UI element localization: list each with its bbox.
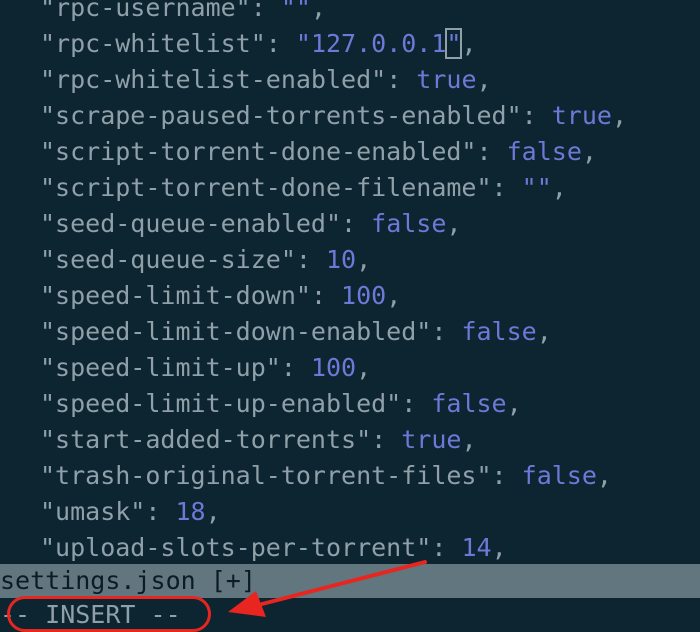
json-key: "umask" — [40, 497, 146, 526]
json-value: "127.0.0.1" — [295, 28, 463, 59]
json-key: "seed-queue-enabled" — [40, 209, 342, 238]
json-comma: , — [491, 533, 507, 562]
json-key: "start-added-torrents" — [40, 425, 372, 454]
json-key: "upload-slots-per-torrent" — [40, 533, 432, 562]
json-separator: : — [341, 209, 372, 238]
json-key: "speed-limit-down-enabled" — [40, 317, 432, 346]
json-comma: , — [386, 281, 402, 310]
json-key: "speed-limit-down" — [40, 281, 311, 310]
json-value: false — [431, 389, 507, 418]
json-separator: : — [431, 533, 462, 562]
json-value: false — [506, 137, 582, 166]
json-separator: : — [386, 65, 417, 94]
editor-buffer[interactable]: "rpc-username": "", "rpc-whitelist": "127… — [0, 0, 700, 632]
json-value-text: "127.0.0.1 — [295, 29, 447, 58]
json-comma: , — [356, 353, 372, 382]
json-value: 14 — [461, 533, 492, 562]
json-value: 10 — [325, 245, 357, 274]
json-separator: : — [310, 281, 342, 310]
code-line[interactable]: "rpc-whitelist-enabled": true, — [40, 62, 492, 98]
json-separator: : — [371, 425, 402, 454]
json-comma: , — [310, 0, 326, 22]
code-line[interactable]: "script-torrent-done-enabled": false, — [40, 134, 597, 170]
json-value: 100 — [310, 353, 357, 382]
json-comma: , — [611, 101, 628, 130]
json-value: false — [461, 317, 537, 346]
json-separator: : — [521, 101, 552, 130]
json-key: "rpc-username" — [40, 0, 251, 22]
json-key: "speed-limit-up" — [40, 353, 281, 382]
code-line[interactable]: "trash-original-torrent-files": false, — [40, 458, 612, 494]
status-line: settings.json [+] — [0, 564, 700, 598]
code-line[interactable]: "scrape-paused-torrents-enabled": true, — [40, 98, 627, 134]
json-key: "script-torrent-done-enabled" — [40, 137, 477, 166]
code-line[interactable]: "rpc-whitelist": "127.0.0.1", — [40, 26, 477, 62]
json-value: "" — [521, 173, 552, 202]
json-separator: : — [295, 245, 326, 274]
json-comma: , — [476, 65, 492, 94]
code-line[interactable]: "rpc-username": "", — [40, 0, 326, 26]
json-value: true — [416, 65, 477, 94]
code-line[interactable]: "script-torrent-done-filename": "", — [40, 170, 567, 206]
json-separator: : — [431, 317, 462, 346]
json-separator: : — [491, 173, 522, 202]
code-line[interactable]: "seed-queue-size": 10, — [40, 242, 371, 278]
json-separator: : — [250, 0, 281, 22]
json-value: true — [401, 425, 462, 454]
status-filename: settings.json — [0, 566, 196, 595]
json-value: 100 — [341, 281, 387, 310]
json-key: "seed-queue-size" — [40, 245, 296, 274]
json-comma: , — [205, 497, 221, 526]
json-key: "speed-limit-up-enabled" — [40, 389, 402, 418]
text-cursor: " — [445, 28, 463, 59]
json-separator: : — [401, 389, 432, 418]
json-separator: : — [280, 353, 311, 382]
json-separator: : — [145, 497, 176, 526]
code-line[interactable]: "speed-limit-up": 100, — [40, 350, 371, 386]
json-comma: , — [581, 137, 597, 166]
json-key: "rpc-whitelist-enabled" — [40, 65, 387, 94]
json-value: "" — [280, 0, 311, 22]
json-value: 18 — [175, 497, 206, 526]
json-comma: , — [356, 245, 372, 274]
json-separator: : — [491, 461, 522, 490]
json-separator: : — [476, 137, 507, 166]
json-comma: , — [461, 29, 477, 58]
json-value: false — [521, 461, 597, 490]
json-comma: , — [461, 425, 477, 454]
code-line[interactable]: "speed-limit-up-enabled": false, — [40, 386, 522, 422]
status-modified-flag: [+] — [210, 566, 256, 595]
json-comma: , — [536, 317, 552, 346]
json-key: "trash-original-torrent-files" — [40, 461, 492, 490]
json-value: false — [371, 209, 447, 238]
code-line[interactable]: "start-added-torrents": true, — [40, 422, 477, 458]
json-separator: : — [265, 29, 296, 58]
code-line[interactable]: "umask": 18, — [40, 494, 221, 530]
code-line[interactable]: "speed-limit-down": 100, — [40, 278, 401, 314]
code-line[interactable]: "seed-queue-enabled": false, — [40, 206, 461, 242]
json-comma: , — [446, 209, 462, 238]
json-key: "rpc-whitelist" — [40, 29, 266, 58]
annotation-ellipse — [7, 596, 211, 632]
json-value: true — [551, 101, 612, 130]
code-line[interactable]: "speed-limit-down-enabled": false, — [40, 314, 552, 350]
json-comma: , — [596, 461, 612, 490]
code-line[interactable]: "upload-slots-per-torrent": 14, — [40, 530, 507, 566]
json-key: "script-torrent-done-filename" — [40, 173, 492, 202]
json-key: "scrape-paused-torrents-enabled" — [40, 101, 522, 130]
json-comma: , — [506, 389, 522, 418]
json-comma: , — [551, 173, 567, 202]
